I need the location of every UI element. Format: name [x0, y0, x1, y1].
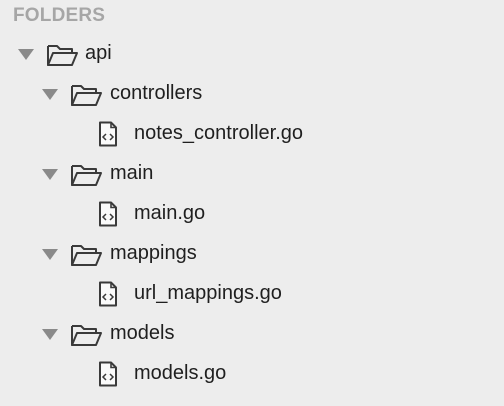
- folder-sidebar: FOLDERS api controllers notes_controller…: [0, 0, 504, 406]
- file-label: url_mappings.go: [134, 282, 282, 304]
- folder-label: models: [110, 322, 175, 344]
- tree-row-mappings[interactable]: mappings: [0, 234, 504, 274]
- disclosure-arrow-expanded-icon[interactable]: [42, 89, 58, 100]
- disclosure-arrow-expanded-icon[interactable]: [18, 49, 34, 60]
- disclosure-arrow-expanded-icon[interactable]: [42, 329, 58, 340]
- folder-label: controllers: [110, 82, 203, 104]
- folder-label: main: [110, 162, 154, 184]
- code-file-icon: [99, 361, 117, 387]
- tree-row-url-mappings-go[interactable]: url_mappings.go: [0, 274, 504, 314]
- disclosure-arrow-expanded-icon[interactable]: [42, 169, 58, 180]
- open-folder-icon: [71, 245, 102, 266]
- file-label: models.go: [134, 362, 227, 384]
- folder-label: api: [85, 42, 112, 64]
- open-folder-icon: [47, 45, 78, 66]
- file-label: notes_controller.go: [134, 122, 304, 144]
- tree-row-models[interactable]: models: [0, 314, 504, 354]
- code-file-icon: [99, 201, 117, 227]
- open-folder-icon: [71, 325, 102, 346]
- tree-row-main-go[interactable]: main.go: [0, 194, 504, 234]
- tree-row-api[interactable]: api: [0, 34, 504, 74]
- disclosure-arrow-expanded-icon[interactable]: [42, 249, 58, 260]
- tree-row-main[interactable]: main: [0, 154, 504, 194]
- tree-row-controllers[interactable]: controllers: [0, 74, 504, 114]
- open-folder-icon: [71, 165, 102, 186]
- tree-row-models-go[interactable]: models.go: [0, 354, 504, 394]
- folders-section-header: FOLDERS: [13, 5, 106, 26]
- code-file-icon: [99, 281, 117, 307]
- open-folder-icon: [71, 85, 102, 106]
- tree-row-notes-controller-go[interactable]: notes_controller.go: [0, 114, 504, 154]
- code-file-icon: [99, 121, 117, 147]
- folder-label: mappings: [110, 242, 197, 264]
- file-label: main.go: [134, 202, 206, 224]
